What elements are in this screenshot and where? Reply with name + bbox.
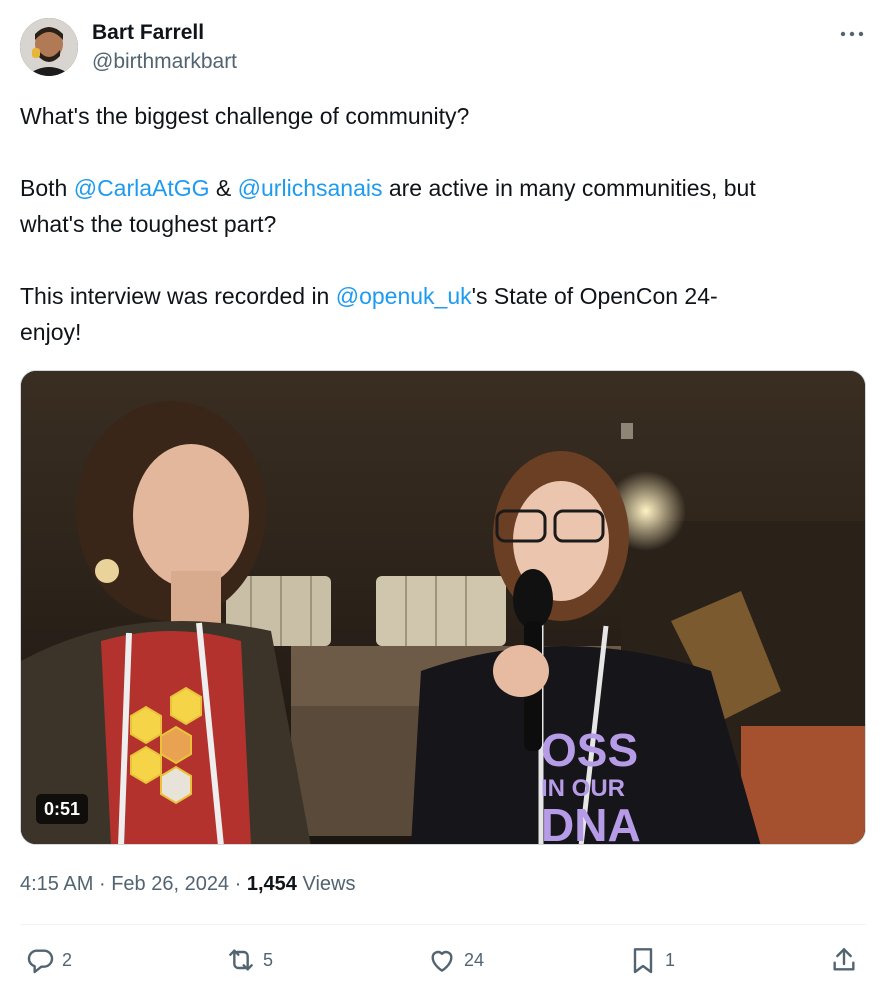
views-count: 1,454	[246, 873, 297, 895]
meta-separator: ·	[98, 873, 106, 895]
tweet-text-part: 's State of OpenCon 24-	[471, 283, 718, 309]
tweet-text-part: This interview was recorded in	[20, 283, 336, 309]
tweet-line-1: What's the biggest challenge of communit…	[20, 103, 470, 129]
video-frame: OSS IN OUR DNA	[21, 371, 865, 845]
reply-button[interactable]: 2	[24, 940, 72, 980]
tweet-line-5: enjoy!	[20, 319, 82, 345]
like-button[interactable]: 24	[426, 940, 484, 980]
tweet-meta: 4:15 AM · Feb 26, 2024 · 1,454 Views	[20, 870, 355, 898]
mention-carla[interactable]: @CarlaAtGG	[74, 175, 210, 201]
repost-icon	[225, 944, 257, 976]
meta-separator: ·	[234, 873, 242, 895]
tweet-time[interactable]: 4:15 AM	[20, 873, 93, 895]
avatar[interactable]	[20, 18, 78, 76]
shirt-text-mid: IN OUR	[541, 775, 625, 802]
mention-openuk[interactable]: @openuk_uk	[336, 283, 472, 309]
repost-button[interactable]: 5	[225, 940, 273, 980]
share-button[interactable]	[828, 940, 860, 980]
reply-icon	[24, 944, 56, 976]
tweet-text-part: are active in many communities, but	[382, 175, 756, 201]
like-count: 24	[464, 949, 485, 970]
like-icon	[426, 944, 458, 976]
bookmark-count: 1	[665, 949, 676, 970]
video-duration: 0:51	[36, 794, 89, 824]
bookmark-icon	[627, 944, 659, 976]
reply-count: 2	[62, 949, 73, 970]
divider	[20, 924, 866, 925]
video-player[interactable]: OSS IN OUR DNA	[20, 370, 866, 845]
author-name[interactable]: Bart Farrell	[92, 20, 204, 46]
action-bar: 2 5 24 1	[0, 940, 888, 984]
tweet-line-2: Both @CarlaAtGG & @urlichsanais are acti…	[20, 170, 870, 206]
tweet-date[interactable]: Feb 26, 2024	[111, 873, 229, 895]
bookmark-button[interactable]: 1	[627, 940, 675, 980]
tweet-line-3: what's the toughest part?	[20, 211, 277, 237]
repost-count: 5	[263, 949, 274, 970]
author-handle[interactable]: @birthmarkbart	[92, 49, 237, 75]
tweet-text: What's the biggest challenge of communit…	[20, 98, 870, 350]
share-icon	[828, 944, 860, 976]
tweet-text-part: &	[209, 175, 238, 201]
tweet-line-4: This interview was recorded in @openuk_u…	[20, 278, 870, 314]
shirt-text-top: OSS	[541, 724, 638, 776]
more-icon[interactable]	[836, 22, 868, 46]
shirt-text-bottom: DNA	[541, 799, 641, 845]
mention-urlichsanais[interactable]: @urlichsanais	[238, 175, 383, 201]
tweet-text-part: Both	[20, 175, 74, 201]
views-label: Views	[302, 873, 356, 895]
tweet-card: Bart Farrell @birthmarkbart What's the b…	[0, 0, 888, 992]
